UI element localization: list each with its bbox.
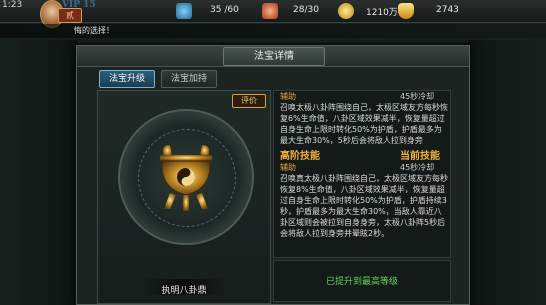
coin-icon	[338, 3, 354, 19]
player-rank-badge: 贰	[58, 8, 82, 23]
energy-value: 28/30	[293, 5, 319, 15]
skill1-cooldown: 45秒冷却	[400, 92, 435, 101]
bronze-cauldron-icon	[160, 145, 212, 211]
stamina-value: 35 /60	[210, 5, 239, 15]
advanced-skill-heading: 高阶技能	[280, 151, 320, 162]
coins-value: 1210万	[366, 8, 398, 18]
treasure-name: 执明八卦鼎	[161, 286, 207, 296]
top-status-bar: 1:23 VIP 15 贰 35 /60 28/30 1210万 2743	[0, 0, 546, 28]
bagua-ring	[118, 109, 254, 245]
treasure-detail-dialog: 法宝详情 法宝升级 法宝加持 评价 执明八卦鼎 辅助 45秒冷却 召唤太极八卦阵…	[76, 45, 470, 305]
skill2-description: 召唤真太极八卦阵围绕自己，太极区域友方每秒恢复8%生命值，八卦区域效果减半，恢复…	[280, 174, 448, 238]
tab-treasure-upgrade[interactable]: 法宝升级	[99, 70, 155, 88]
skill1-type: 辅助	[280, 92, 296, 101]
dialog-title-bar: 法宝详情	[77, 46, 469, 67]
left-side-area	[0, 40, 78, 305]
evaluate-label: 评价	[241, 96, 257, 105]
max-level-text: 已提升到最高等级	[325, 277, 398, 287]
right-side-area	[468, 40, 546, 305]
gold-ingot-icon	[398, 3, 414, 19]
skill-description-panel[interactable]: 辅助 45秒冷却 召唤太极八卦阵围绕自己，太极区域友方每秒恢复6%生命值，八卦区…	[273, 90, 451, 258]
clock-text: 1:23	[2, 0, 23, 10]
max-level-box: 已提升到最高等级	[273, 260, 451, 302]
energy-icon	[262, 3, 278, 19]
gold-value: 2743	[436, 5, 459, 15]
skill1-description: 召唤太极八卦阵围绕自己，太极区域友方每秒恢复6%生命值，八卦区域效果减半，恢复量…	[280, 103, 448, 145]
evaluate-button[interactable]: 评价	[232, 94, 266, 108]
current-skill-label: 当前技能	[400, 151, 440, 162]
skill2-type: 辅助	[280, 163, 296, 172]
skill2-cooldown: 45秒冷却	[400, 163, 435, 172]
stamina-icon	[176, 3, 192, 19]
treasure-display-panel: 评价 执明八卦鼎	[97, 90, 271, 304]
scrolling-notice: 悔的选择！	[0, 24, 546, 38]
dialog-title: 法宝详情	[223, 47, 325, 66]
tab-treasure-bless[interactable]: 法宝加持	[161, 70, 217, 88]
